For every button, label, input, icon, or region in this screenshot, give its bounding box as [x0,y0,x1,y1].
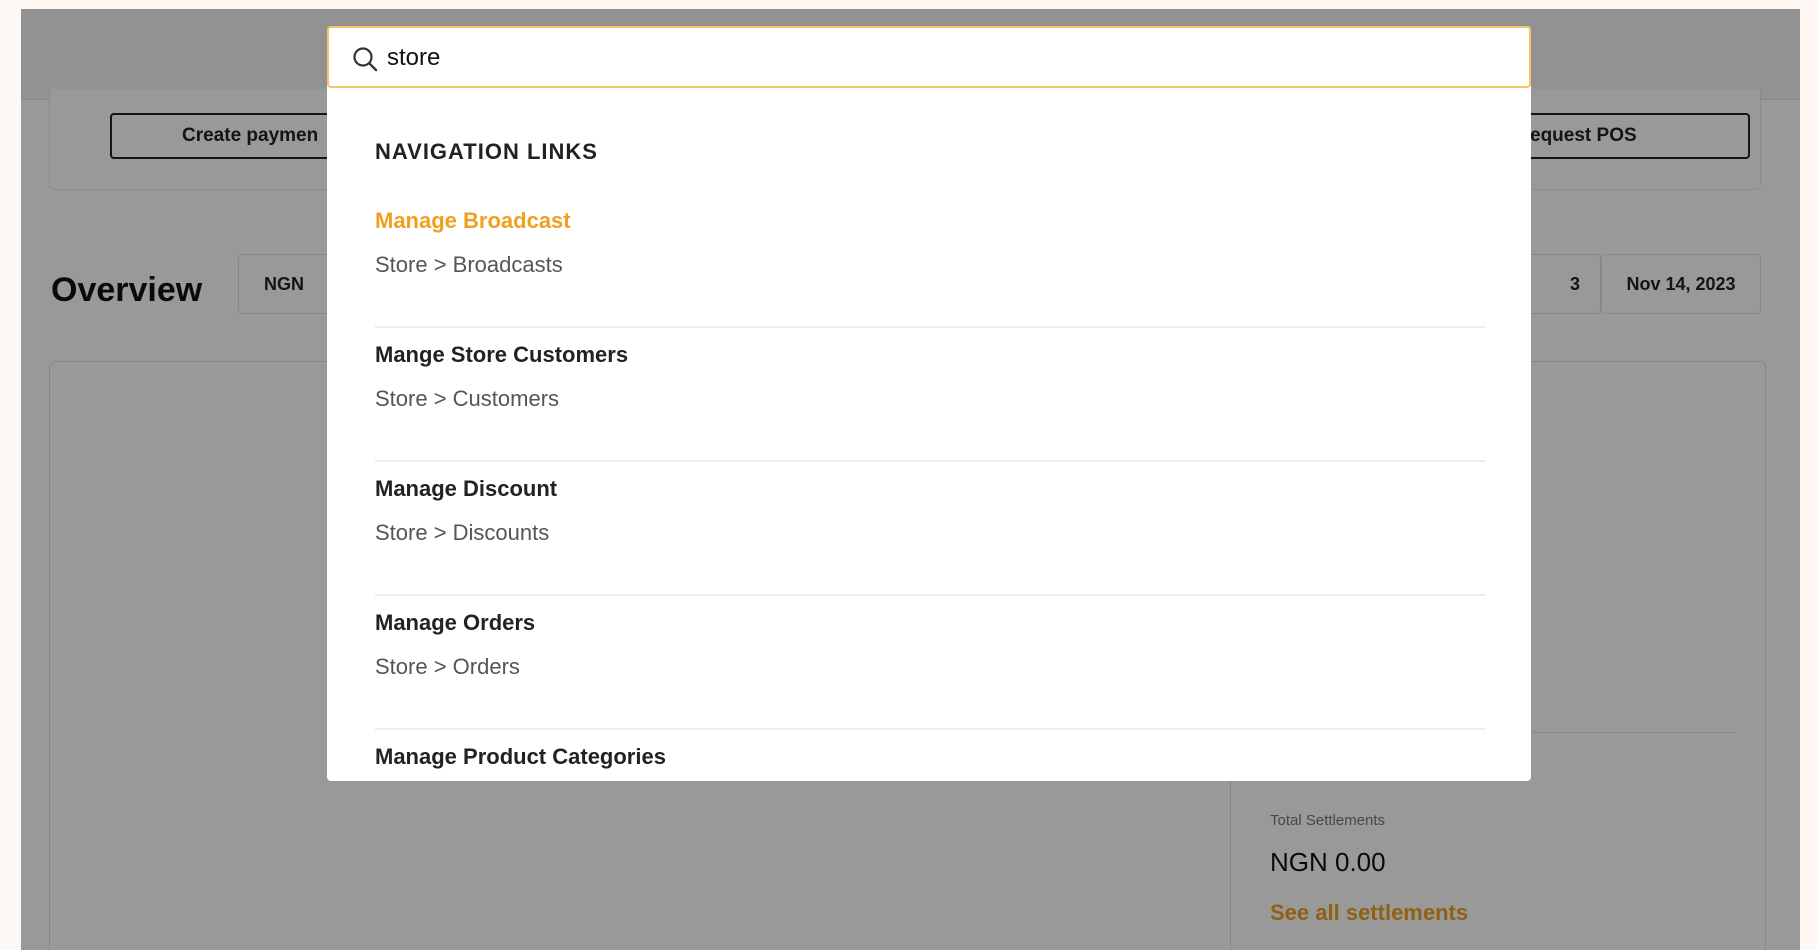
result-path: Store > Broadcasts [375,252,563,277]
result-title: Manage Broadcast [375,208,571,233]
search-input[interactable] [387,36,1487,80]
search-results-list: Manage Broadcast Store > Broadcasts Mang… [375,194,1485,781]
result-manage-discount[interactable]: Manage Discount Store > Discounts [375,462,1485,596]
search-modal: NAVIGATION LINKS Manage Broadcast Store … [327,26,1531,781]
result-title: Mange Store Customers [375,342,629,367]
result-manage-product-categories[interactable]: Manage Product Categories [375,730,1485,781]
search-icon [353,47,378,72]
result-title: Manage Product Categories [375,744,666,769]
result-title: Manage Orders [375,610,536,635]
search-bar [327,26,1531,88]
result-title: Manage Discount [375,476,558,501]
navigation-links-heading: NAVIGATION LINKS [375,139,598,164]
result-manage-broadcast[interactable]: Manage Broadcast Store > Broadcasts [375,194,1485,328]
result-manage-orders[interactable]: Manage Orders Store > Orders [375,596,1485,730]
result-path: Store > Customers [375,386,560,411]
dashboard-app: Create paymen equest POS Overview NGN 3 … [21,9,1800,950]
result-path: Store > Discounts [375,520,550,545]
result-path: Store > Orders [375,654,520,679]
result-manage-store-customers[interactable]: Mange Store Customers Store > Customers [375,328,1485,462]
